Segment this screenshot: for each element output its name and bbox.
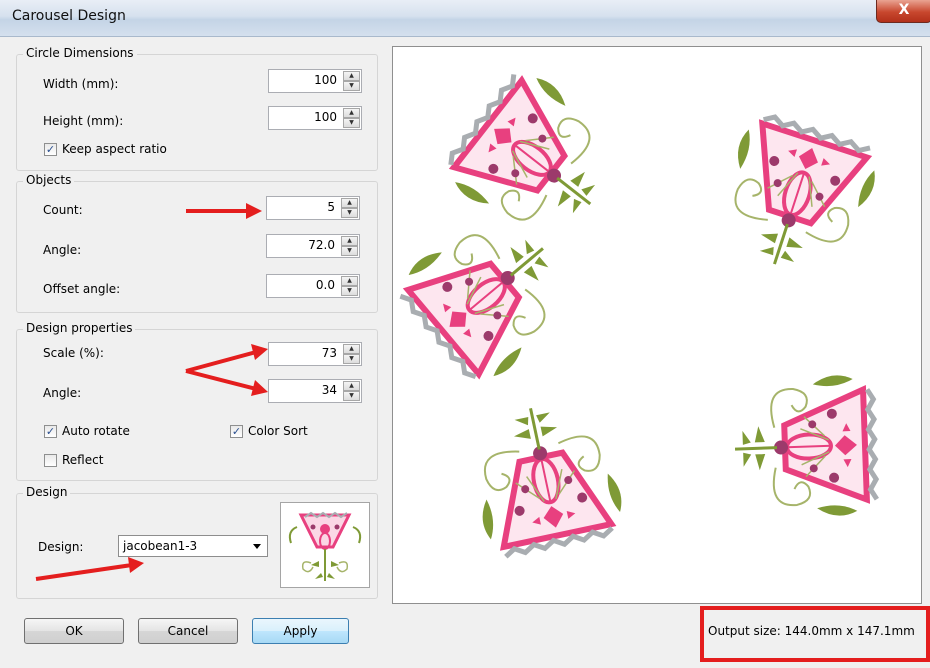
spin-down-arrow-icon[interactable]: ▼ — [343, 354, 360, 364]
window-title: Carousel Design — [12, 8, 126, 24]
spin-up-arrow-icon[interactable]: ▲ — [343, 71, 360, 81]
carousel-preview-image — [393, 47, 921, 603]
height-spinner: ▲▼ — [268, 106, 362, 130]
reflect-label: Reflect — [62, 453, 104, 467]
design-title: Design — [23, 485, 71, 499]
circle-dimensions-title: Circle Dimensions — [23, 46, 137, 60]
reflect-checkbox[interactable]: Reflect — [44, 453, 103, 467]
design-angle-input[interactable] — [269, 380, 341, 400]
objects-angle-input[interactable] — [267, 235, 339, 255]
offset-angle-spinner: ▲▼ — [266, 274, 360, 298]
count-label: Count: — [43, 203, 83, 217]
design-angle-spinner: ▲▼ — [268, 379, 362, 403]
objects-angle-spinner: ▲▼ — [266, 234, 360, 258]
scale-label: Scale (%): — [43, 346, 104, 360]
close-button[interactable]: X — [876, 0, 930, 23]
spin-up-arrow-icon[interactable]: ▲ — [343, 381, 360, 391]
spin-down-arrow-icon[interactable]: ▼ — [341, 246, 358, 256]
spin-up-arrow-icon[interactable]: ▲ — [341, 276, 358, 286]
width-label: Width (mm): — [43, 77, 119, 91]
output-size-highlight — [700, 606, 930, 662]
height-label: Height (mm): — [43, 114, 124, 128]
design-dropdown[interactable]: jacobean1-3 — [118, 535, 268, 557]
design-thumbnail-image — [288, 511, 362, 581]
spin-down-arrow-icon[interactable]: ▼ — [341, 208, 358, 218]
apply-button[interactable]: Apply — [252, 618, 349, 644]
checkmark-icon: ✓ — [44, 142, 57, 156]
color-sort-label: Color Sort — [248, 424, 308, 438]
design-thumbnail — [280, 502, 370, 588]
spin-up-arrow-icon[interactable]: ▲ — [343, 108, 360, 118]
offset-angle-input[interactable] — [267, 275, 339, 295]
scale-spinner: ▲▼ — [268, 342, 362, 366]
width-input[interactable] — [269, 70, 341, 90]
keep-aspect-checkbox[interactable]: ✓ Keep aspect ratio — [44, 142, 167, 156]
auto-rotate-checkbox[interactable]: ✓ Auto rotate — [44, 424, 130, 438]
close-icon: X — [898, 2, 910, 18]
chevron-down-icon — [253, 544, 261, 549]
keep-aspect-label: Keep aspect ratio — [62, 142, 167, 156]
checkmark-icon: ✓ — [230, 424, 243, 438]
offset-angle-label: Offset angle: — [43, 282, 121, 296]
spin-down-arrow-icon[interactable]: ▼ — [343, 118, 360, 128]
spin-up-arrow-icon[interactable]: ▲ — [343, 344, 360, 354]
auto-rotate-label: Auto rotate — [62, 424, 130, 438]
spin-up-arrow-icon[interactable]: ▲ — [341, 236, 358, 246]
height-input[interactable] — [269, 107, 341, 127]
title-bar: Carousel Design X — [0, 0, 930, 37]
spin-down-arrow-icon[interactable]: ▼ — [341, 286, 358, 296]
scale-input[interactable] — [269, 343, 341, 363]
width-spinner: ▲▼ — [268, 69, 362, 93]
count-spinner: ▲▼ — [266, 196, 360, 220]
spin-down-arrow-icon[interactable]: ▼ — [343, 391, 360, 401]
spin-down-arrow-icon[interactable]: ▼ — [343, 81, 360, 91]
cancel-button[interactable]: Cancel — [138, 618, 238, 644]
count-input[interactable] — [267, 197, 339, 217]
design-label: Design: — [38, 540, 84, 554]
design-properties-title: Design properties — [23, 321, 136, 335]
spin-up-arrow-icon[interactable]: ▲ — [341, 198, 358, 208]
checkmark-icon: ✓ — [44, 424, 57, 438]
color-sort-checkbox[interactable]: ✓ Color Sort — [230, 424, 308, 438]
objects-title: Objects — [23, 173, 75, 187]
carousel-preview — [392, 46, 922, 604]
ok-button[interactable]: OK — [24, 618, 124, 644]
unchecked-box-icon — [44, 453, 57, 467]
design-angle-label: Angle: — [43, 386, 82, 400]
objects-angle-label: Angle: — [43, 243, 82, 257]
design-dropdown-value: jacobean1-3 — [123, 539, 198, 553]
carousel-design-dialog: Carousel Design X Circle Dimensions Widt… — [0, 0, 930, 668]
